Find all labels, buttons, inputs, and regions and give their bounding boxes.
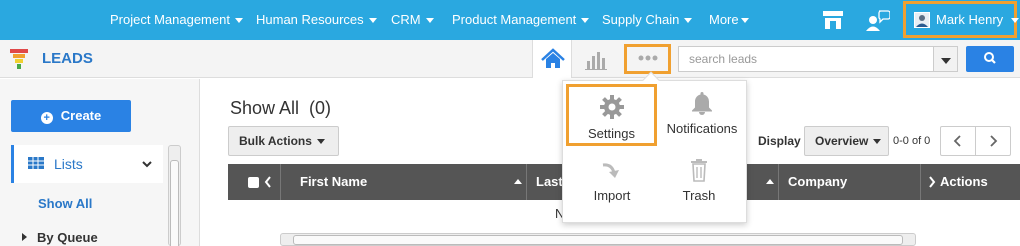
nav-human-resources[interactable]: Human Resources bbox=[256, 0, 377, 40]
more-options-dropdown: Settings Notifications Import Trash bbox=[562, 71, 747, 223]
user-name: Mark Henry bbox=[936, 12, 1004, 27]
more-dots-button[interactable] bbox=[624, 44, 671, 74]
gear-icon bbox=[599, 95, 624, 119]
store-icon[interactable] bbox=[822, 10, 844, 30]
lists-section-toggle[interactable]: Lists bbox=[11, 145, 163, 183]
user-menu[interactable]: Mark Henry bbox=[903, 1, 1019, 38]
create-button[interactable]: + Create bbox=[11, 100, 131, 132]
pagination-range: 0-0 of 0 bbox=[893, 135, 931, 147]
chevron-left-icon[interactable] bbox=[264, 176, 272, 188]
home-button[interactable] bbox=[532, 40, 572, 78]
search-group bbox=[678, 46, 958, 72]
menu-item-import[interactable]: Import bbox=[569, 158, 655, 210]
chevron-down-icon bbox=[425, 18, 434, 24]
chevron-down-icon bbox=[740, 18, 749, 24]
chevron-down-icon bbox=[941, 58, 951, 64]
menu-item-notifications[interactable]: Notifications bbox=[659, 91, 745, 143]
chevron-right-icon[interactable] bbox=[928, 176, 936, 188]
trash-icon bbox=[691, 159, 707, 182]
select-all-checkbox[interactable] bbox=[248, 177, 259, 188]
menu-item-trash[interactable]: Trash bbox=[656, 158, 742, 210]
chevron-down-icon bbox=[581, 18, 590, 24]
module-title: LEADS bbox=[42, 50, 93, 67]
bell-icon bbox=[692, 92, 712, 115]
chevron-down-icon bbox=[1011, 18, 1019, 23]
chevron-down-icon bbox=[234, 18, 243, 24]
plus-icon: + bbox=[40, 112, 53, 124]
sidebar-scrollbar[interactable] bbox=[168, 145, 181, 246]
nav-product-management[interactable]: Product Management bbox=[452, 0, 590, 40]
chevron-down-icon bbox=[873, 139, 882, 145]
sort-ascending-icon[interactable] bbox=[514, 179, 522, 184]
previous-page-button[interactable] bbox=[940, 126, 976, 156]
more-dots-icon bbox=[638, 55, 657, 61]
overview-dropdown[interactable]: Overview bbox=[804, 126, 889, 156]
sidebar-item-by-queue[interactable]: By Queue bbox=[22, 230, 98, 245]
column-header-actions: Actions bbox=[940, 174, 988, 189]
bar-chart-icon[interactable] bbox=[583, 47, 611, 71]
caret-right-icon bbox=[22, 233, 27, 241]
chevron-left-icon bbox=[953, 135, 961, 147]
sort-ascending-icon[interactable] bbox=[766, 179, 774, 184]
left-sidebar: + Create Lists Show All By Queue bbox=[0, 79, 200, 246]
scrollbar-thumb[interactable] bbox=[293, 235, 903, 245]
home-icon bbox=[541, 48, 565, 68]
table-grid-icon bbox=[28, 157, 44, 169]
scrollbar-thumb[interactable] bbox=[170, 160, 179, 246]
search-input[interactable] bbox=[678, 46, 934, 72]
nav-more[interactable]: More bbox=[709, 0, 749, 40]
page-title: Show All (0) bbox=[230, 98, 332, 118]
funnel-icon bbox=[10, 49, 28, 69]
import-arrow-icon bbox=[602, 163, 619, 178]
avatar bbox=[914, 12, 930, 28]
column-header-company[interactable]: Company bbox=[788, 164, 847, 200]
table-horizontal-scrollbar[interactable] bbox=[280, 233, 916, 246]
nav-project-management[interactable]: Project Management bbox=[110, 0, 243, 40]
chevron-down-icon bbox=[142, 161, 152, 168]
chevron-down-icon bbox=[368, 18, 377, 24]
display-label: Display bbox=[758, 134, 801, 148]
nav-crm[interactable]: CRM bbox=[391, 0, 434, 40]
lists-label: Lists bbox=[54, 156, 83, 172]
next-page-button[interactable] bbox=[975, 126, 1011, 156]
people-chat-icon[interactable] bbox=[866, 9, 890, 31]
chevron-down-icon bbox=[316, 139, 325, 145]
chevron-right-icon bbox=[990, 135, 998, 147]
search-icon bbox=[984, 52, 996, 64]
column-header-first-name[interactable]: First Name bbox=[300, 164, 367, 200]
nav-supply-chain[interactable]: Supply Chain bbox=[602, 0, 693, 40]
search-filter-dropdown[interactable] bbox=[934, 46, 958, 72]
sidebar-item-show-all[interactable]: Show All bbox=[38, 196, 92, 211]
column-header-last[interactable]: Last bbox=[536, 164, 563, 200]
bulk-actions-button[interactable]: Bulk Actions bbox=[228, 126, 339, 156]
chevron-down-icon bbox=[684, 18, 693, 24]
module-toolbar: LEADS bbox=[0, 40, 1020, 78]
search-button[interactable] bbox=[966, 46, 1014, 72]
top-nav: Project Management Human Resources CRM P… bbox=[0, 0, 1020, 40]
menu-item-settings[interactable]: Settings bbox=[566, 84, 657, 146]
